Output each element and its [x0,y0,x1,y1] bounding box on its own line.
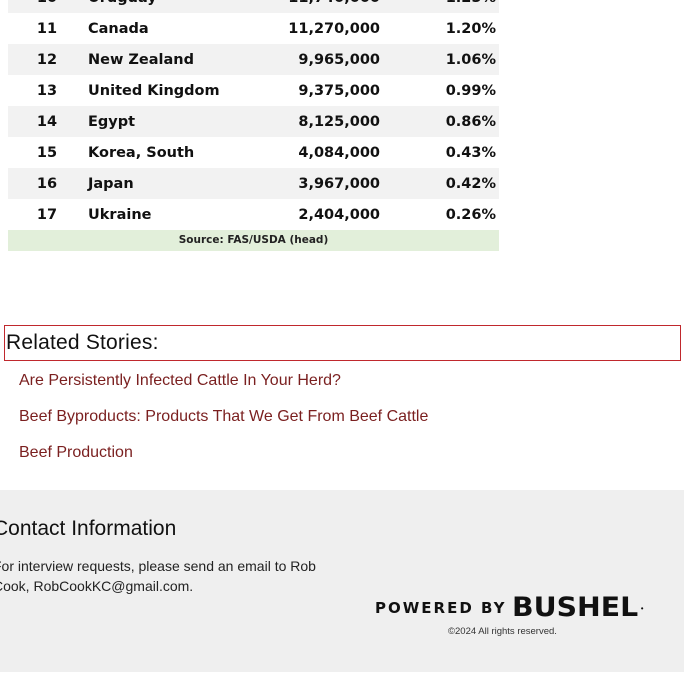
table-row: 17 Ukraine 2,404,000 0.26% [8,199,499,230]
country-cell: New Zealand [88,44,248,75]
cattle-table: 10Uruguay11,740,0001.25% 11 Canada 11,270,0… [8,0,499,230]
trademark-mark: • [640,603,644,613]
percent-cell: 0.42% [380,168,499,199]
table-row: 16 Japan 3,967,000 0.42% [8,168,499,199]
table-row: 14 Egypt 8,125,000 0.86% [8,106,499,137]
percent-cell: 1.06% [380,44,499,75]
rank-cell: 16 [8,168,88,199]
related-stories-title: Related Stories: [6,331,159,354]
percent-cell: 1.25% [380,0,499,13]
head-count-cell: 11,740,000 [248,0,380,13]
table-row: 13 United Kingdom 9,375,000 0.99% [8,75,499,106]
contact-text: For interview requests, please send an e… [0,557,323,596]
country-cell: Uruguay [88,0,248,13]
country-cell: Ukraine [88,206,152,223]
story-link-pi-cattle[interactable]: Are Persistently Infected Cattle In Your… [19,372,341,390]
table-row: 15 Korea, South 4,084,000 0.43% [8,137,499,168]
head-count-cell: 8,125,000 [248,106,380,137]
copyright-text: ©2024 All rights reserved. [448,626,557,637]
contact-email-link[interactable]: RobCookKC@gmail.com [33,578,189,594]
percent-cell: 0.26% [445,206,496,223]
story-link-beef-byproducts[interactable]: Beef Byproducts: Products That We Get Fr… [19,408,428,426]
powered-by-label: POWERED BY [375,599,507,617]
related-stories-header: Related Stories: [4,325,681,361]
head-count-cell: 4,084,000 [298,144,380,161]
contact-text-end: . [189,577,194,594]
rank-cell: 10 [8,0,88,13]
rank-cell: 15 [36,144,58,161]
percent-cell: 1.20% [445,20,496,37]
table-source: Source: FAS/USDA (head) [8,230,499,251]
rank-cell: 13 [36,82,58,99]
contact-title: Contact Information [0,517,177,540]
story-link-beef-production[interactable]: Beef Production [19,444,133,462]
country-cell: Egypt [88,106,248,137]
percent-cell: 0.99% [445,82,496,99]
country-cell: Canada [88,20,149,37]
table-row: 11 Canada 11,270,000 1.20% [8,13,499,44]
country-cell: Korea, South [88,144,195,161]
head-count-cell: 9,965,000 [248,44,380,75]
head-count-cell: 11,270,000 [288,20,380,37]
head-count-cell: 2,404,000 [298,206,380,223]
footer: Contact Information For interview reques… [0,490,684,672]
cattle-inventory-table-image: 10Uruguay11,740,0001.25% 11 Canada 11,270,0… [8,0,499,251]
country-cell: Japan [88,168,248,199]
powered-by-bushel-logo[interactable]: POWERED BY BUSHEL • [375,593,644,623]
rank-cell: 12 [8,44,88,75]
rank-cell: 17 [36,206,58,223]
percent-cell: 0.43% [445,144,496,161]
table-row: 12 New Zealand 9,965,000 1.06% [8,44,499,75]
head-count-cell: 3,967,000 [248,168,380,199]
table-row: 10Uruguay11,740,0001.25% [8,0,499,13]
country-cell: United Kingdom [88,82,220,99]
bushel-brand-logo: BUSHEL [512,592,639,623]
rank-cell: 11 [36,20,58,37]
rank-cell: 14 [8,106,88,137]
percent-cell: 0.86% [380,106,499,137]
head-count-cell: 9,375,000 [298,82,380,99]
